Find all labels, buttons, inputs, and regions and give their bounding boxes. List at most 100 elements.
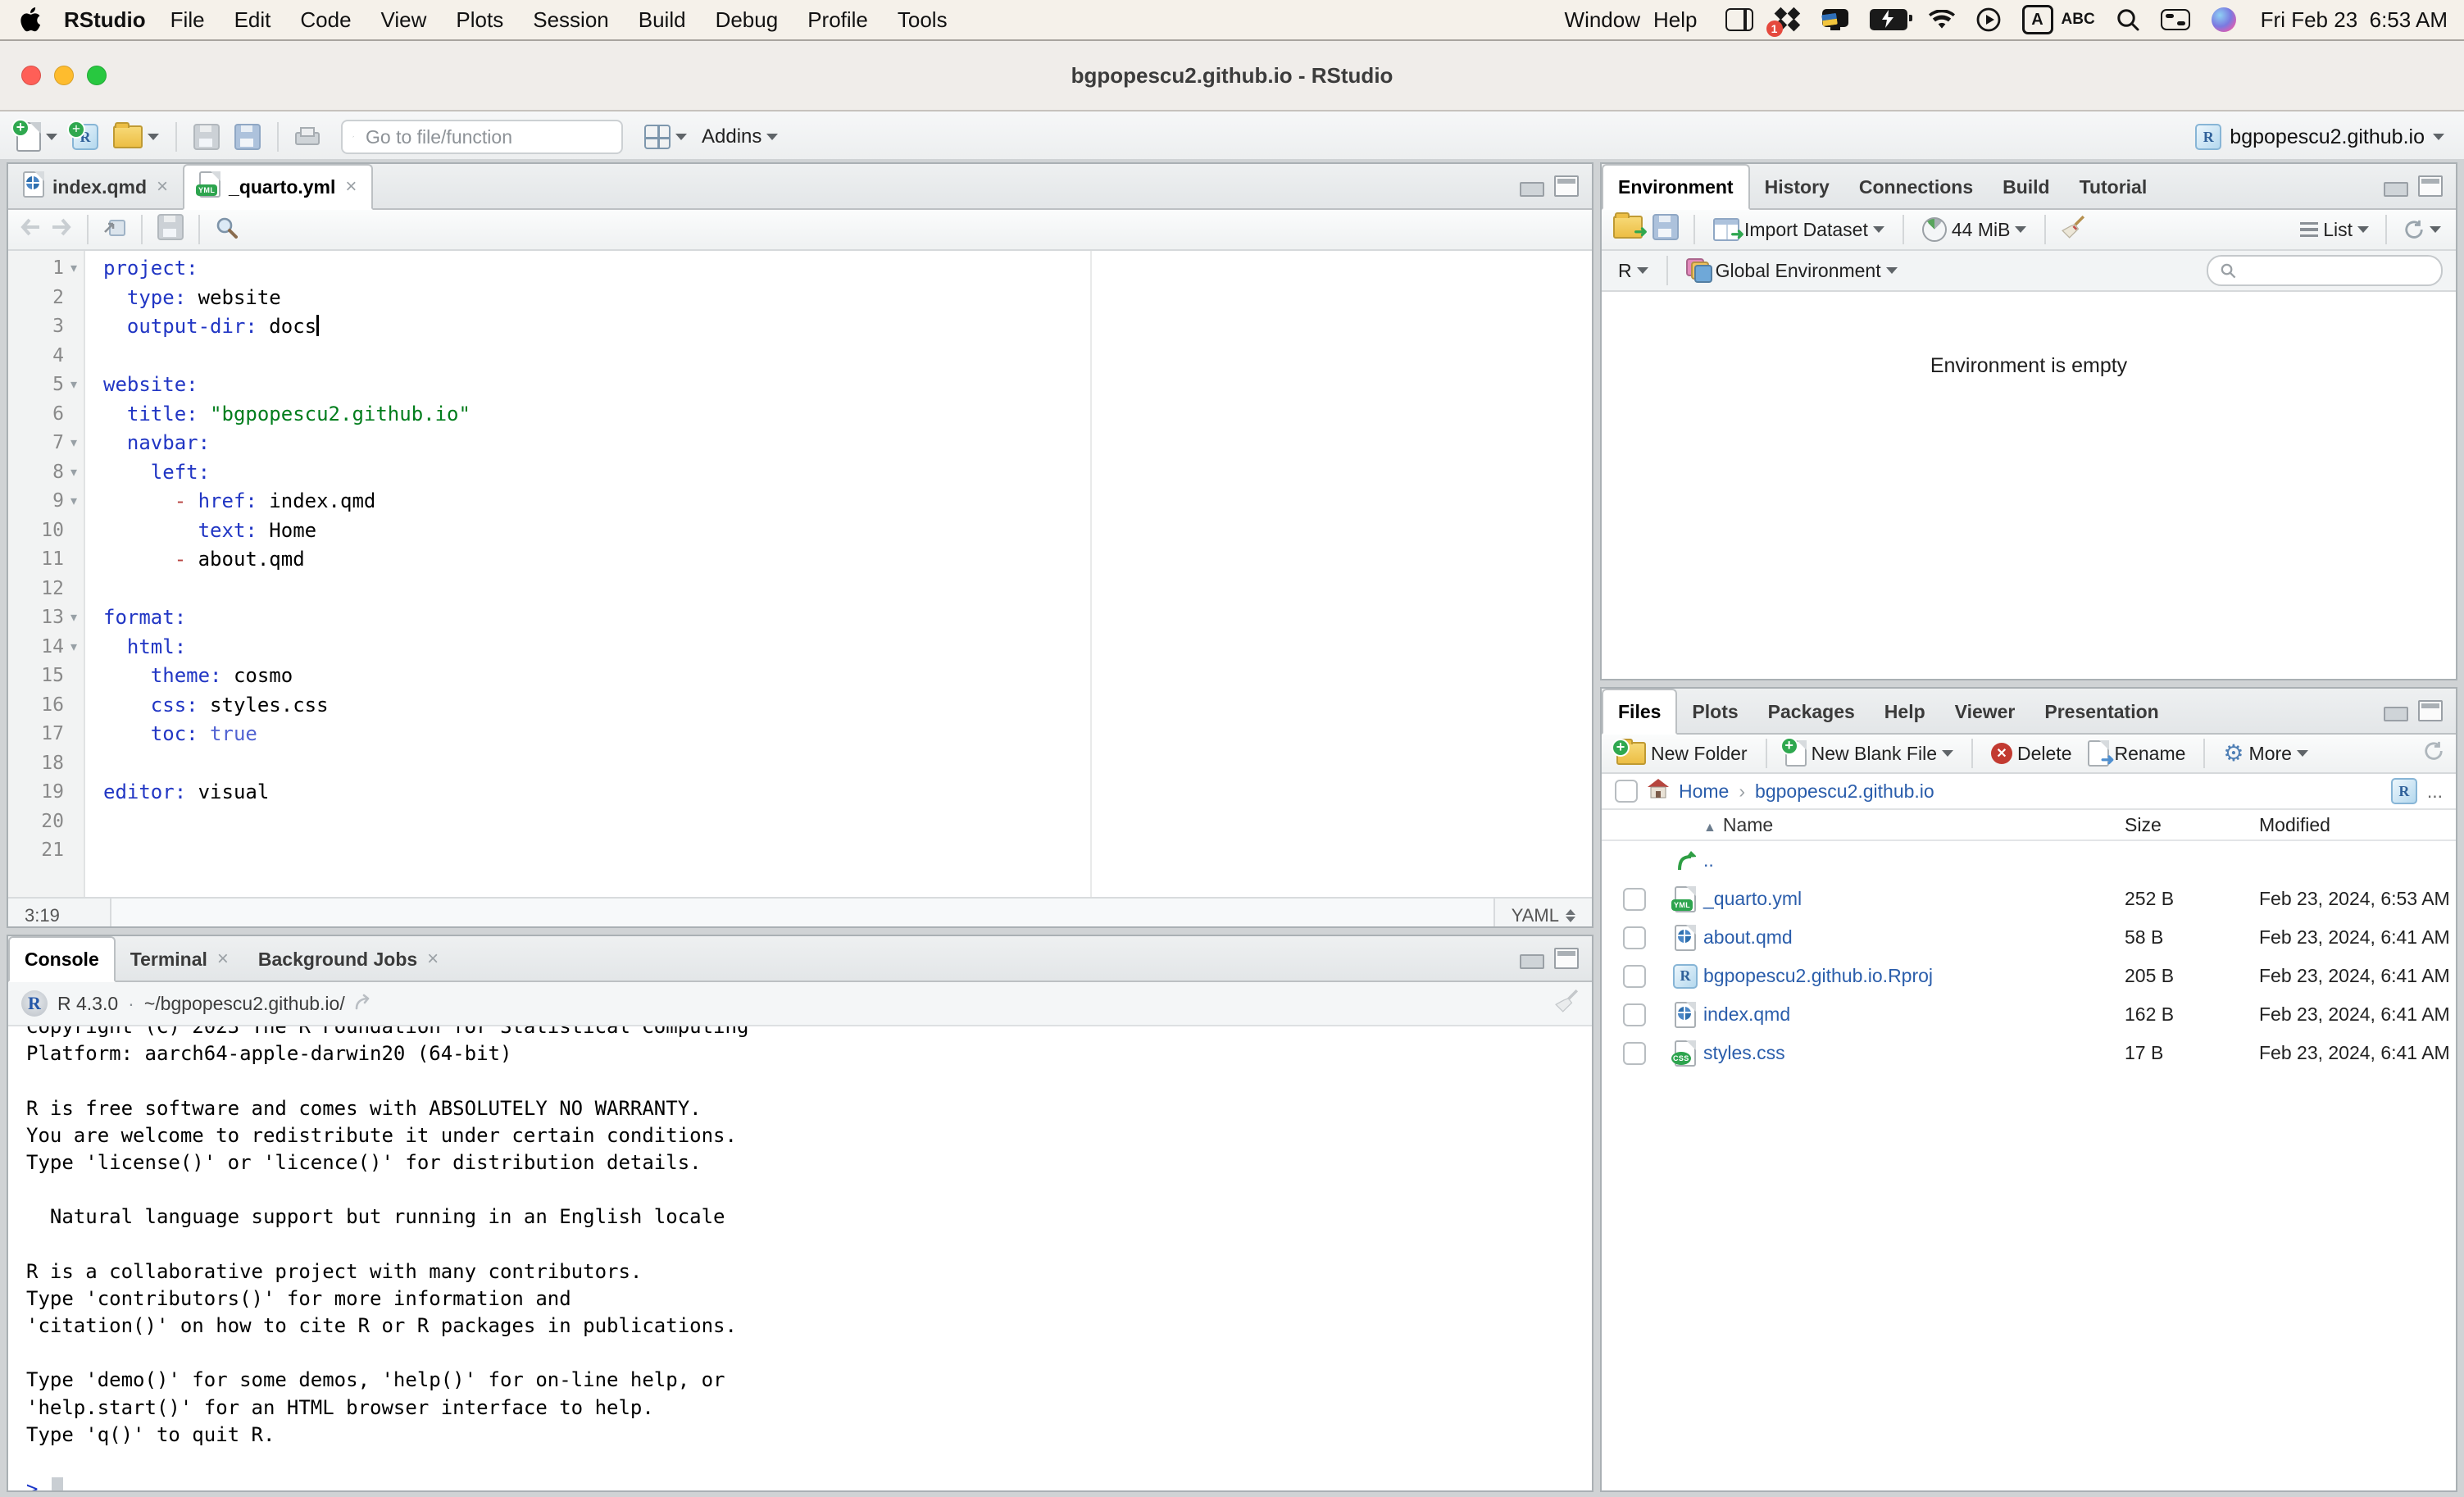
file-row-styles-css[interactable]: CSSstyles.css17 BFeb 23, 2024, 6:41 AM: [1602, 1034, 2456, 1072]
code-editor[interactable]: 1▾project:2 type: website3 output-dir: d…: [8, 251, 1592, 897]
file-name-link[interactable]: bgpopescu2.github.io.Rproj: [1703, 965, 2125, 987]
sidebar-icon[interactable]: [1725, 8, 1753, 31]
project-menu-button[interactable]: R bgpopescu2.github.io: [2195, 124, 2451, 150]
menu-app-name[interactable]: RStudio: [64, 7, 146, 33]
new-blank-file-button[interactable]: +New Blank File: [1782, 740, 1957, 767]
file-checkbox[interactable]: [1623, 1003, 1646, 1026]
input-source-label[interactable]: ABC: [2062, 11, 2095, 29]
print-button[interactable]: [292, 127, 323, 147]
siri-icon[interactable]: [2212, 7, 2236, 32]
menu-item-code[interactable]: Code: [285, 7, 366, 33]
breadcrumb-project-link[interactable]: bgpopescu2.github.io: [1755, 780, 1934, 803]
more-file-commands-button[interactable]: ⚙More: [2220, 742, 2312, 765]
close-tab-icon[interactable]: ×: [345, 175, 357, 198]
clear-objects-icon[interactable]: [2061, 215, 2085, 244]
new-file-button[interactable]: +: [13, 122, 61, 152]
menu-item-session[interactable]: Session: [518, 7, 624, 33]
breadcrumb-more[interactable]: ...: [2427, 780, 2443, 803]
save-button[interactable]: [190, 124, 223, 150]
file-name-link[interactable]: about.qmd: [1703, 926, 2125, 949]
menu-item-plots[interactable]: Plots: [441, 7, 518, 33]
memory-usage-button[interactable]: 44 MiB: [1919, 217, 2030, 242]
goto-file-function-input[interactable]: [362, 125, 611, 150]
import-dataset-button[interactable]: ➜Import Dataset: [1710, 218, 1888, 241]
maximize-pane-icon[interactable]: [1554, 175, 1579, 197]
find-replace-icon[interactable]: [215, 216, 238, 243]
delete-file-button[interactable]: ✕Delete: [1988, 743, 2075, 765]
breadcrumb-home-link[interactable]: Home: [1679, 780, 1729, 803]
tab-console[interactable]: Console: [8, 936, 116, 982]
menu-item-file[interactable]: File: [156, 7, 220, 33]
control-center-icon[interactable]: [2161, 9, 2190, 30]
language-selector[interactable]: R: [1615, 260, 1652, 282]
addins-button[interactable]: Addins: [698, 125, 781, 148]
fold-icon[interactable]: ▾: [64, 603, 84, 633]
wifi-icon[interactable]: [1929, 10, 1955, 30]
cursor-position-label[interactable]: 3:19: [8, 899, 111, 928]
refresh-environment-button[interactable]: [2400, 219, 2444, 240]
fold-icon[interactable]: ▾: [64, 633, 84, 662]
home-icon[interactable]: [1648, 779, 1669, 803]
display-mirroring-icon[interactable]: [1822, 9, 1848, 30]
fold-icon[interactable]: ▾: [64, 429, 84, 458]
menu-bar-clock[interactable]: Fri Feb 23 6:53 AM: [2261, 7, 2448, 33]
close-tab-icon[interactable]: ×: [427, 948, 439, 971]
tab-build[interactable]: Build: [1988, 166, 2065, 208]
column-header-name[interactable]: ▲Name: [1703, 814, 2125, 836]
clear-console-icon[interactable]: [1554, 989, 1579, 1018]
environment-scope-selector[interactable]: Global Environment: [1683, 258, 1901, 283]
menu-item-profile[interactable]: Profile: [793, 7, 883, 33]
close-tab-icon[interactable]: ×: [217, 948, 229, 971]
file-checkbox[interactable]: [1623, 888, 1646, 911]
media-play-icon[interactable]: [1976, 7, 2001, 32]
minimize-pane-icon[interactable]: [2384, 707, 2408, 721]
tab-presentation[interactable]: Presentation: [2030, 690, 2173, 733]
battery-charging-icon[interactable]: [1870, 9, 1907, 30]
menu-item-help[interactable]: Help: [1647, 7, 1703, 33]
menu-item-view[interactable]: View: [366, 7, 442, 33]
pane-layout-button[interactable]: [641, 125, 690, 149]
maximize-pane-icon[interactable]: [2418, 175, 2443, 197]
menu-item-tools[interactable]: Tools: [883, 7, 962, 33]
forward-icon[interactable]: [51, 218, 72, 241]
file-row-index-qmd[interactable]: index.qmd162 BFeb 23, 2024, 6:41 AM: [1602, 995, 2456, 1034]
console-prompt[interactable]: >: [26, 1476, 1592, 1492]
minimize-pane-icon[interactable]: [1520, 182, 1544, 197]
file-name-link[interactable]: _quarto.yml: [1703, 888, 2125, 910]
refresh-files-button[interactable]: [2423, 740, 2444, 767]
close-tab-icon[interactable]: ×: [157, 175, 168, 198]
file-row-quarto-yml[interactable]: YML_quarto.yml252 BFeb 23, 2024, 6:53 AM: [1602, 880, 2456, 918]
file-name-link[interactable]: styles.css: [1703, 1042, 2125, 1064]
new-folder-button[interactable]: +New Folder: [1613, 742, 1751, 765]
back-icon[interactable]: [20, 218, 41, 241]
zoom-window-button[interactable]: [87, 66, 107, 85]
tab-background-jobs[interactable]: Background Jobs×: [243, 938, 453, 981]
go-to-project-directory-icon[interactable]: R: [2391, 778, 2417, 804]
file-row-[interactable]: ..: [1602, 841, 2456, 880]
environment-search-box[interactable]: [2207, 255, 2443, 286]
tab-environment[interactable]: Environment: [1602, 164, 1750, 210]
open-dir-in-new-window-icon[interactable]: [355, 993, 373, 1015]
close-window-button[interactable]: [21, 66, 41, 85]
select-all-checkbox[interactable]: [1615, 780, 1638, 803]
file-row-about-qmd[interactable]: about.qmd58 BFeb 23, 2024, 6:41 AM: [1602, 918, 2456, 957]
fold-icon[interactable]: ▾: [64, 254, 84, 284]
load-workspace-icon[interactable]: ➜: [1613, 216, 1643, 243]
maximize-pane-icon[interactable]: [1554, 948, 1579, 969]
fold-icon[interactable]: ▾: [64, 487, 84, 516]
minimize-pane-icon[interactable]: [2384, 182, 2408, 197]
tab-connections[interactable]: Connections: [1844, 166, 1988, 208]
tab-index-qmd[interactable]: index.qmd×: [8, 166, 183, 208]
language-mode-selector[interactable]: YAML: [1493, 899, 1592, 928]
tab-tutorial[interactable]: Tutorial: [2065, 166, 2162, 208]
list-view-button[interactable]: List: [2297, 219, 2372, 241]
minimize-window-button[interactable]: [54, 66, 74, 85]
file-name-link[interactable]: index.qmd: [1703, 1003, 2125, 1026]
tab-files[interactable]: Files: [1602, 689, 1677, 735]
minimize-pane-icon[interactable]: [1520, 954, 1544, 969]
tab-help[interactable]: Help: [1870, 690, 1940, 733]
dropbox-diamond-icon[interactable]: 1: [1775, 7, 1801, 32]
console-output[interactable]: Copyright (C) 2023 The R Foundation for …: [8, 1026, 1592, 1492]
tab-viewer[interactable]: Viewer: [1940, 690, 2030, 733]
apple-menu-icon[interactable]: [20, 7, 41, 33]
